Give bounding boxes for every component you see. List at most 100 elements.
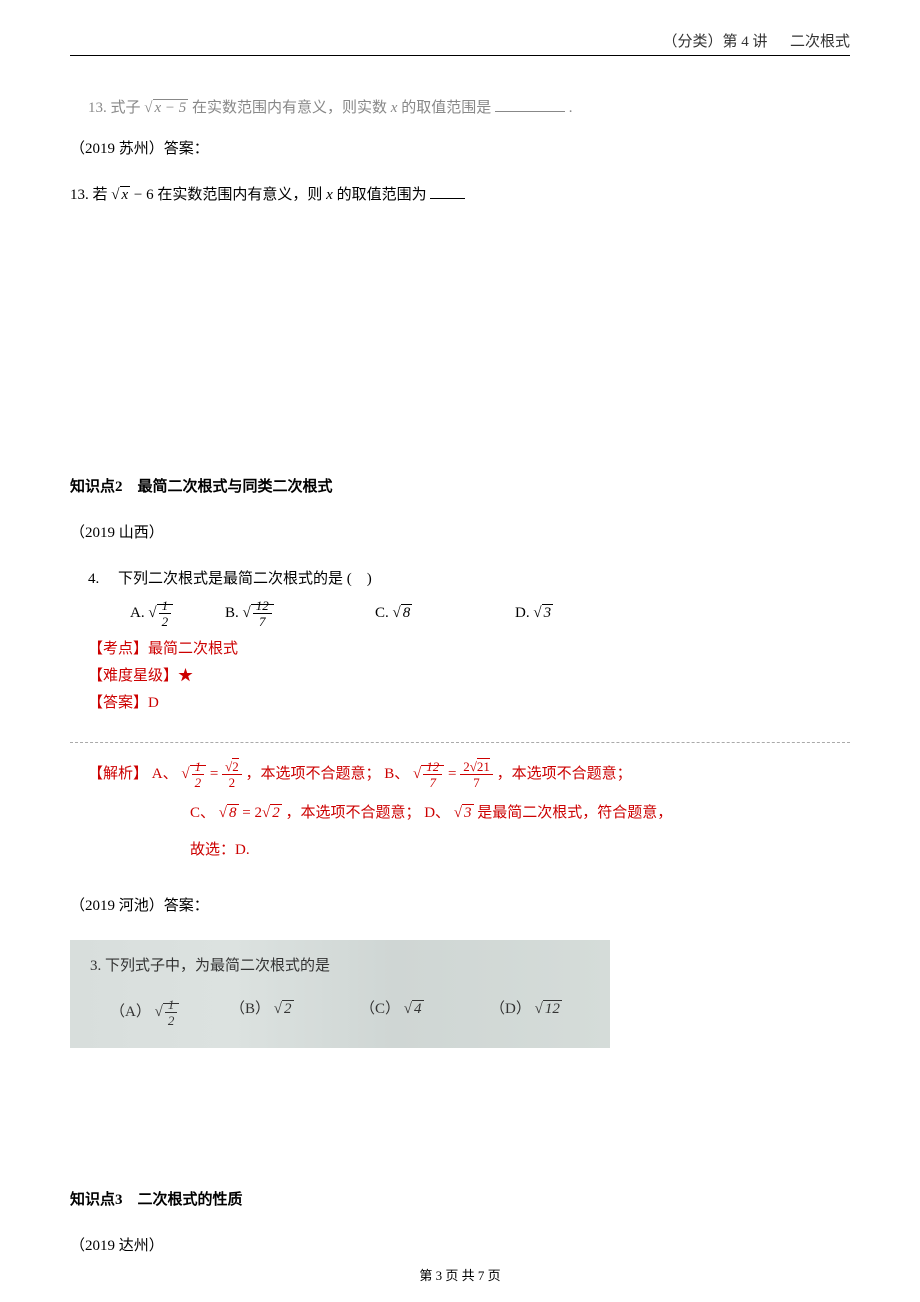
sqrt-icon: √8 [219, 797, 239, 830]
footer-pre: 第 [419, 1268, 435, 1283]
q3-options: （A） √12 （B） √2 （C） √4 （D） √12 [90, 997, 590, 1028]
frac-result-b: 2√217 [460, 759, 493, 790]
footer-suf: 页 [484, 1268, 500, 1283]
q4B-num: 12 [253, 598, 272, 614]
q4D-arg: 3 [542, 604, 554, 621]
kaodian-label: 【考点】 [88, 641, 148, 657]
jiexi-C2: ，本选项不合题意； [285, 805, 420, 821]
frac-num: 12 [423, 759, 442, 775]
q3-C-label: （C） [360, 1001, 400, 1017]
frac-den: 2 [165, 1013, 178, 1028]
sqrt-icon: √12 [155, 997, 180, 1028]
frac-num: 1 [165, 997, 178, 1013]
frac-result-a: √22 [222, 759, 242, 790]
sqrt-icon: √4 [404, 1001, 424, 1018]
sqrt-x: √x [111, 187, 130, 204]
q4-D-label: D. [515, 605, 530, 622]
sqrt-expr-x-5: √x − 5 [144, 100, 188, 117]
jiexi-B1: B、 [384, 766, 409, 782]
frac-den: 7 [460, 775, 493, 790]
sqrt-icon: √127 [413, 758, 444, 791]
sqrt-arg: 12 [543, 1000, 562, 1017]
q3-opt-c: （C） √4 [360, 997, 490, 1028]
source-shanxi: （2019 山西） [70, 521, 850, 542]
q3-stem: 下列式子中，为最简二次根式的是 [105, 958, 330, 974]
footer-mid: 页 共 [442, 1268, 478, 1283]
q3-B-label: （B） [230, 1001, 270, 1017]
sqrt-arg: 2 [270, 804, 282, 821]
jiexi-label: 【解析】 [88, 766, 148, 782]
q4A-den: 2 [159, 614, 172, 629]
q4A-num: 1 [159, 598, 172, 614]
q13a-t1: 式子 [111, 100, 141, 116]
q3-num: 3. [90, 958, 101, 974]
q3-D-label: （D） [490, 1001, 531, 1017]
jiexi-A1: A、 [152, 766, 178, 782]
q4-opt-b: B. √127 [225, 598, 375, 629]
question-13-gray: 13. 式子 √x − 5 在实数范围内有意义，则实数 x 的取值范围是 . [70, 96, 850, 117]
q13a-num: 13. [88, 100, 107, 116]
sqrt-icon: √12 [148, 598, 173, 629]
sqrt-arg: 2 [232, 758, 239, 774]
q4-daan: 【答案】D [70, 691, 850, 712]
page-footer: 第 3 页 共 7 页 [0, 1265, 920, 1284]
sqrt-icon: √8 [393, 605, 413, 622]
q4-opt-c: C. √8 [375, 598, 515, 629]
q4-kaodian: 【考点】最简二次根式 [70, 637, 850, 658]
q13b-minus: − 6 [134, 187, 154, 203]
q4-num: 4. [88, 571, 99, 587]
header-category: （分类）第 4 讲 [662, 34, 767, 50]
daan-label: 【答案】 [88, 695, 148, 711]
q13b-t1: 若 [93, 187, 108, 203]
q3-opt-a: （A） √12 [90, 997, 230, 1028]
q13b-num: 13. [70, 187, 89, 203]
question-13b: 13. 若 √x − 6 在实数范围内有意义，则 x 的取值范围为 [70, 183, 850, 204]
question-4-options: A. √12 B. √127 C. √8 D. √3 [70, 598, 850, 629]
sqrt-arg: 21 [477, 758, 490, 774]
q13a-t3: 的取值范围是 [401, 100, 491, 116]
q3-opt-d: （D） √12 [490, 997, 562, 1028]
sqrt-arg: 4 [412, 1000, 424, 1017]
q3-opt-b: （B） √2 [230, 997, 360, 1028]
q4-A-label: A. [130, 605, 145, 622]
frac-den: 2 [222, 775, 242, 790]
jiexi-D1: D、 [424, 805, 450, 821]
frac-num: 1 [192, 759, 205, 775]
q13b-var: x [326, 187, 333, 203]
sqrt-icon: √3 [533, 605, 553, 622]
q4-jiexi-line2: C、 √8 = 2√2 ，本选项不合题意； D、 √3 是最简二次根式，符合题意… [70, 797, 850, 830]
source-hechi: （2019 河池）答案： [70, 894, 850, 915]
sqrt-icon: √2 [262, 797, 282, 830]
scanned-question-3: 3. 下列式子中，为最简二次根式的是 （A） √12 （B） √2 （C） √4… [70, 940, 610, 1048]
dashed-divider [70, 742, 850, 743]
frac-den: 7 [423, 775, 442, 790]
section-3-title: 知识点3 二次根式的性质 [70, 1188, 850, 1209]
q13a-end: . [569, 100, 573, 116]
q13a-var: x [391, 100, 398, 116]
sqrt-icon: √2 [274, 1001, 294, 1018]
q3-A-label: （A） [110, 1004, 151, 1020]
coef: 2 [254, 805, 262, 821]
source-dazhou: （2019 达州） [70, 1234, 850, 1255]
question-4-stem: 4. 下列二次根式是最简二次根式的是 ( ) [70, 567, 850, 588]
q3-stem-row: 3. 下列式子中，为最简二次根式的是 [90, 954, 590, 975]
header-title: 二次根式 [790, 34, 850, 50]
q4-stem: 下列二次根式是最简二次根式的是 ( ) [118, 571, 372, 587]
frac-den: 2 [192, 775, 205, 790]
q4B-den: 7 [253, 614, 272, 629]
jiexi-D2: 是最简二次根式，符合题意， [477, 805, 672, 821]
blank-line [495, 98, 565, 112]
sqrt-icon: √127 [243, 598, 274, 629]
q4-jiexi-line3: 故选：D. [70, 838, 850, 859]
page-header: （分类）第 4 讲 二次根式 [70, 30, 850, 56]
nandu-label: 【难度星级】 [88, 668, 178, 684]
sqrt-icon: √12 [181, 758, 206, 791]
q4C-arg: 8 [401, 604, 413, 621]
q4-nandu: 【难度星级】★ [70, 664, 850, 685]
q4-B-label: B. [225, 605, 239, 622]
q4-C-label: C. [375, 605, 389, 622]
sqrt-icon: √3 [454, 797, 474, 830]
jiexi-A2: ，本选项不合题意； [245, 766, 380, 782]
q13a-t2: 在实数范围内有意义，则实数 [192, 100, 387, 116]
q4-opt-a: A. √12 [70, 598, 225, 629]
